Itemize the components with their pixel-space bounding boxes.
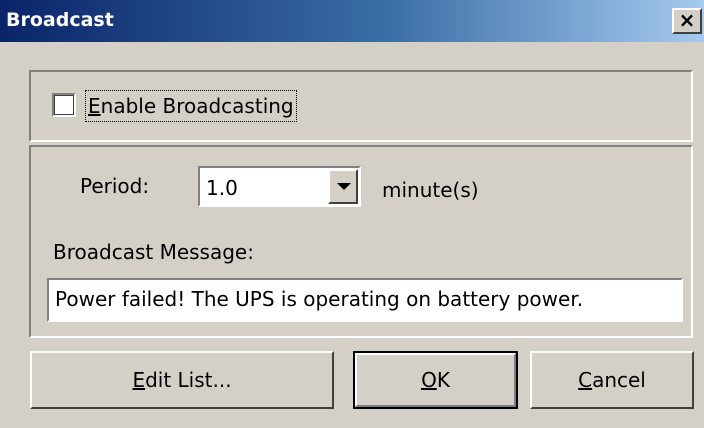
broadcast-dialog: Broadcast × Enable Broadcasting Period: …: [0, 0, 704, 428]
close-icon: ×: [678, 8, 696, 32]
title-bar[interactable]: Broadcast ×: [0, 0, 704, 42]
period-unit-label: minute(s): [382, 178, 479, 202]
cancel-mnemonic: C: [578, 368, 593, 392]
cancel-button[interactable]: Cancel: [530, 351, 694, 409]
enable-label-mnemonic: E: [88, 94, 101, 118]
cancel-label: ancel: [592, 368, 646, 392]
edit-list-button[interactable]: Edit List...: [30, 351, 334, 409]
close-button[interactable]: ×: [672, 8, 702, 34]
ok-mnemonic: O: [421, 368, 437, 392]
broadcast-message-label: Broadcast Message:: [53, 240, 254, 264]
period-value: 1.0: [206, 176, 238, 200]
ok-label: K: [436, 368, 450, 392]
chevron-down-icon[interactable]: [328, 169, 358, 204]
broadcast-message-input[interactable]: Power failed! The UPS is operating on ba…: [47, 278, 683, 322]
ok-button[interactable]: OK: [353, 351, 518, 409]
enable-broadcasting-checkbox[interactable]: [52, 93, 76, 117]
period-label: Period:: [80, 174, 150, 198]
edit-list-label: dit List...: [145, 368, 232, 392]
window-title: Broadcast: [6, 9, 114, 31]
edit-list-mnemonic: E: [132, 368, 146, 392]
enable-broadcasting-label[interactable]: Enable Broadcasting: [85, 90, 297, 122]
period-dropdown[interactable]: 1.0: [198, 166, 361, 207]
enable-label-text: nable Broadcasting: [100, 94, 294, 118]
